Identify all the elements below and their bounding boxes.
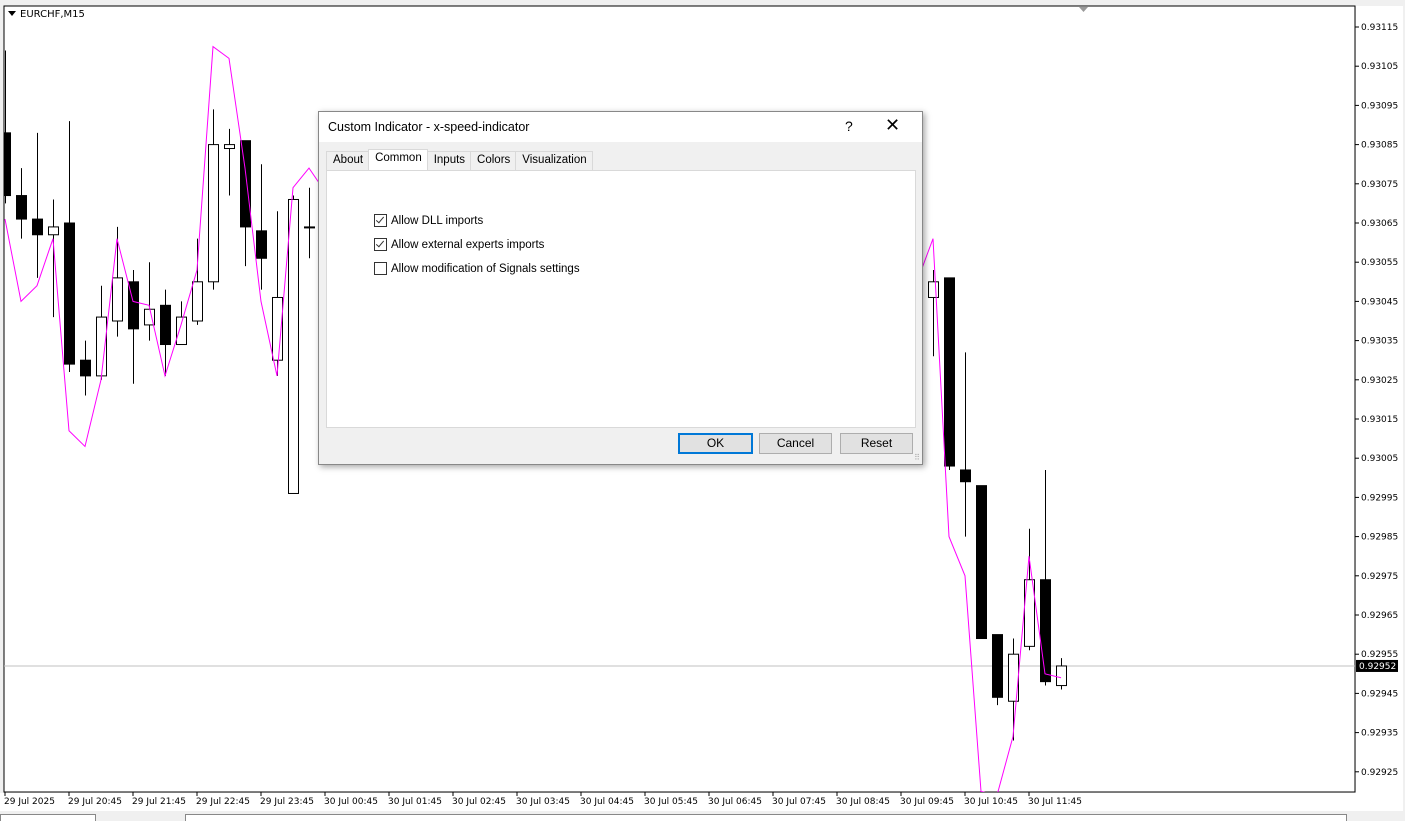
- checkbox-checked-icon[interactable]: [374, 214, 387, 227]
- checkbox-label: Allow DLL imports: [391, 214, 484, 227]
- bear-candle: [1040, 579, 1051, 683]
- price-tick-label: 0.93075: [1361, 180, 1398, 190]
- time-tick-label: 29 Jul 20:45: [68, 797, 122, 807]
- price-tick-label: 0.92975: [1361, 572, 1398, 582]
- price-tick-label: 0.92955: [1361, 650, 1398, 660]
- time-tick-label: 30 Jul 08:45: [836, 797, 890, 807]
- time-tick-label: 30 Jul 10:45: [964, 797, 1018, 807]
- bull-candle: [176, 316, 187, 346]
- dropdown-triangle-icon: [8, 11, 16, 16]
- bull-candle: [304, 226, 315, 229]
- time-tick-label: 30 Jul 09:45: [900, 797, 954, 807]
- help-button[interactable]: ?: [845, 118, 853, 134]
- price-tick-label: 0.93035: [1361, 337, 1398, 347]
- time-tick-label: 29 Jul 23:45: [260, 797, 314, 807]
- time-tick-label: 30 Jul 03:45: [516, 797, 570, 807]
- bear-candle: [16, 195, 27, 220]
- bear-candle: [976, 485, 987, 640]
- price-tick-label: 0.93095: [1361, 101, 1398, 111]
- bear-candle: [64, 222, 75, 365]
- tab-about[interactable]: About: [326, 151, 370, 170]
- price-tick-label: 0.92935: [1361, 729, 1398, 739]
- time-tick-label: 30 Jul 04:45: [580, 797, 634, 807]
- bear-candle: [80, 359, 91, 377]
- bull-candle: [224, 144, 235, 150]
- bear-candle: [944, 277, 955, 467]
- resize-grip-icon[interactable]: ⠿: [914, 453, 920, 462]
- bear-candle: [960, 469, 971, 483]
- allow-signals-modification-checkbox[interactable]: Allow modification of Signals settings: [374, 262, 580, 275]
- common-tab-panel: Allow DLL imports Allow external experts…: [326, 170, 916, 428]
- time-tick-label: 30 Jul 06:45: [708, 797, 762, 807]
- price-tick-label: 0.92985: [1361, 533, 1398, 543]
- bull-candle: [48, 226, 59, 236]
- bear-candle: [240, 140, 251, 228]
- price-tick-label: 0.93065: [1361, 219, 1398, 229]
- price-tick-label: 0.92945: [1361, 689, 1398, 699]
- tab-inputs[interactable]: Inputs: [426, 151, 472, 170]
- symbol-text: EURCHF,M15: [20, 9, 85, 20]
- checkbox-label: Allow external experts imports: [391, 238, 545, 251]
- dialog-tabs: About Common Inputs Colors Visualization: [326, 149, 593, 171]
- price-tick-label: 0.93105: [1361, 62, 1398, 72]
- bull-candle: [192, 281, 203, 322]
- reset-button[interactable]: Reset: [840, 433, 913, 454]
- cancel-button[interactable]: Cancel: [759, 433, 832, 454]
- time-tick-label: 29 Jul 21:45: [132, 797, 186, 807]
- tab-common[interactable]: Common: [368, 149, 428, 171]
- bull-candle: [1056, 665, 1067, 687]
- bear-candle: [160, 304, 171, 346]
- tab-visualization[interactable]: Visualization: [515, 151, 593, 170]
- price-tick-label: 0.93005: [1361, 454, 1398, 464]
- price-tick-label: 0.92995: [1361, 493, 1398, 503]
- time-tick-label: 30 Jul 00:45: [324, 797, 378, 807]
- bull-candle: [928, 281, 939, 298]
- allow-external-experts-checkbox[interactable]: Allow external experts imports: [374, 238, 544, 251]
- ok-button[interactable]: OK: [678, 433, 753, 454]
- time-tick-label: 29 Jul 2025: [4, 797, 55, 807]
- time-tick-label: 30 Jul 01:45: [388, 797, 442, 807]
- checkbox-checked-icon[interactable]: [374, 238, 387, 251]
- tab-colors[interactable]: Colors: [470, 151, 517, 170]
- price-tick-label: 0.92925: [1361, 768, 1398, 778]
- bull-candle: [112, 277, 123, 322]
- price-tick-label: 0.93055: [1361, 258, 1398, 268]
- time-tick-label: 30 Jul 07:45: [772, 797, 826, 807]
- checkbox-unchecked-icon[interactable]: [374, 262, 387, 275]
- bear-candle: [256, 230, 267, 259]
- chart-tabs-bar: [0, 811, 1405, 821]
- bear-candle: [32, 218, 43, 236]
- bull-candle: [208, 144, 219, 283]
- time-tick-label: 30 Jul 02:45: [452, 797, 506, 807]
- time-tick-label: 30 Jul 05:45: [644, 797, 698, 807]
- current-price-label: 0.92952: [1359, 662, 1396, 672]
- price-tick-label: 0.93085: [1361, 141, 1398, 151]
- custom-indicator-dialog: Custom Indicator - x-speed-indicator ? ✕…: [318, 111, 923, 465]
- price-tick-label: 0.93025: [1361, 376, 1398, 386]
- dialog-titlebar[interactable]: Custom Indicator - x-speed-indicator ? ✕: [319, 112, 922, 142]
- time-tick-label: 29 Jul 22:45: [196, 797, 250, 807]
- dialog-title: Custom Indicator - x-speed-indicator: [328, 120, 530, 134]
- time-tick-label: 30 Jul 11:45: [1028, 797, 1082, 807]
- price-tick-label: 0.93045: [1361, 297, 1398, 307]
- price-tick-label: 0.93115: [1361, 23, 1398, 33]
- bull-candle: [288, 198, 299, 494]
- price-tick-label: 0.92965: [1361, 611, 1398, 621]
- bear-candle: [992, 634, 1003, 698]
- close-icon[interactable]: ✕: [885, 115, 900, 136]
- price-tick-label: 0.93015: [1361, 415, 1398, 425]
- checkbox-label: Allow modification of Signals settings: [391, 262, 580, 275]
- chart-symbol-label[interactable]: EURCHF,M15: [8, 9, 85, 20]
- allow-dll-imports-checkbox[interactable]: Allow DLL imports: [374, 214, 483, 227]
